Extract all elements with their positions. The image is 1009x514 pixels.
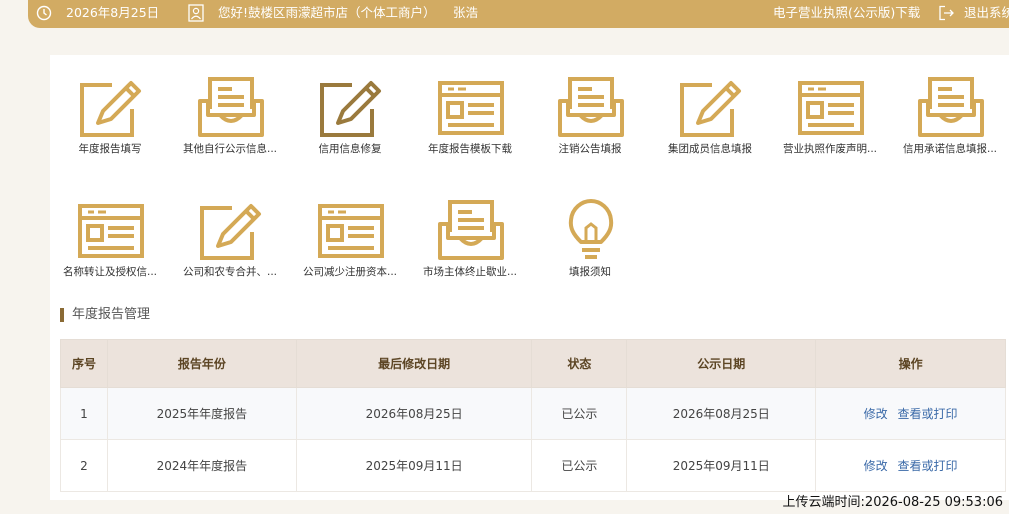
tile-5[interactable]: 注销公告填报 [530,55,650,175]
tile-12[interactable]: 市场主体终止歇业... [410,178,530,298]
tile-label: 营业执照作废声明... [782,143,877,155]
tile-2[interactable]: 其他自行公示信息... [170,55,290,175]
edit-link[interactable]: 修改 [864,407,888,421]
cell-modified: 2025年09月11日 [295,439,533,492]
cell-year: 2025年年度报告 [106,387,297,440]
section-marker [60,308,64,322]
tile-label: 其他自行公示信息... [182,143,277,155]
edit-link[interactable]: 修改 [864,459,888,473]
main-panel: 年度报告填写 其他自行公示信息... 信用信息修复 年度报告模板下载 注销公告填报 集团成… [50,55,1009,500]
company-greeting: 您好!鼓楼区雨濛超市店（个体工商户） [218,5,436,20]
cell-actions: 修改 查看或打印 [815,439,1006,492]
cell-public-date: 2025年09月11日 [626,439,817,492]
tile-label: 集团成员信息填报 [668,143,752,155]
cell-no: 2 [60,439,108,492]
col-header-no: 序号 [60,339,108,388]
section-title-text: 年度报告管理 [72,307,151,322]
tile-label: 信用承诺信息填报... [902,143,997,155]
tile-1[interactable]: 年度报告填写 [50,55,170,175]
current-date: 2026年8月25日 [66,5,160,20]
table-row: 2 2024年年度报告 2025年09月11日 已公示 2025年09月11日 … [60,439,1006,492]
logout-link[interactable]: 退出系统 [964,0,1009,26]
tile-label: 公司和农专合并、... [182,266,277,278]
tile-label: 市场主体终止歇业... [422,266,517,278]
tile-4[interactable]: 年度报告模板下载 [410,55,530,175]
logout-icon[interactable] [938,5,955,21]
cell-year: 2024年年度报告 [106,439,297,492]
cell-modified: 2026年08月25日 [295,387,533,440]
tile-8[interactable]: 信用承诺信息填报... [890,55,1009,175]
tile-9[interactable]: 名称转让及授权信... [50,178,170,298]
cell-actions: 修改 查看或打印 [815,387,1006,440]
cell-status: 已公示 [531,439,628,492]
col-header-year: 报告年份 [106,339,297,388]
table-header-row: 序号 报告年份 最后修改日期 状态 公示日期 操作 [60,339,1006,388]
tile-label: 填报须知 [569,266,611,278]
tile-7[interactable]: 营业执照作废声明... [770,55,890,175]
annual-report-table: 序号 报告年份 最后修改日期 状态 公示日期 操作 1 2025年年度报告 20… [60,339,1006,492]
license-download-link[interactable]: 电子营业执照(公示版)下载 [773,0,920,26]
col-header-status: 状态 [531,339,628,388]
tile-11[interactable]: 公司减少注册资本... [290,178,410,298]
section-title: 年度报告管理 [60,307,150,323]
cell-status: 已公示 [531,387,628,440]
tile-label: 信用信息修复 [318,143,382,155]
cell-public-date: 2026年08月25日 [626,387,817,440]
col-header-actions: 操作 [815,339,1006,388]
tile-10[interactable]: 公司和农专合并、... [170,178,290,298]
col-header-modified: 最后修改日期 [295,339,533,388]
tile-13[interactable]: 填报须知 [530,178,650,298]
user-badge-icon [188,4,204,22]
table-row: 1 2025年年度报告 2026年08月25日 已公示 2026年08月25日 … [60,387,1006,440]
cell-no: 1 [60,387,108,440]
col-header-public-date: 公示日期 [626,339,817,388]
tile-label: 名称转让及授权信... [62,266,157,278]
upload-time: 上传云端时间:2026-08-25 09:53:06 [782,495,1003,510]
tile-3[interactable]: 信用信息修复 [290,55,410,175]
view-print-link[interactable]: 查看或打印 [898,459,958,473]
view-print-link[interactable]: 查看或打印 [898,407,958,421]
user-name: 张浩 [453,5,479,20]
clock-icon [36,5,52,21]
tile-label: 注销公告填报 [558,143,622,155]
tile-label: 年度报告填写 [78,143,142,155]
tile-label: 年度报告模板下载 [428,143,512,155]
tile-6[interactable]: 集团成员信息填报 [650,55,770,175]
top-bar: 2026年8月25日 您好!鼓楼区雨濛超市店（个体工商户） 张浩 电子营业执照(… [28,0,1009,28]
tile-label: 公司减少注册资本... [302,266,397,278]
